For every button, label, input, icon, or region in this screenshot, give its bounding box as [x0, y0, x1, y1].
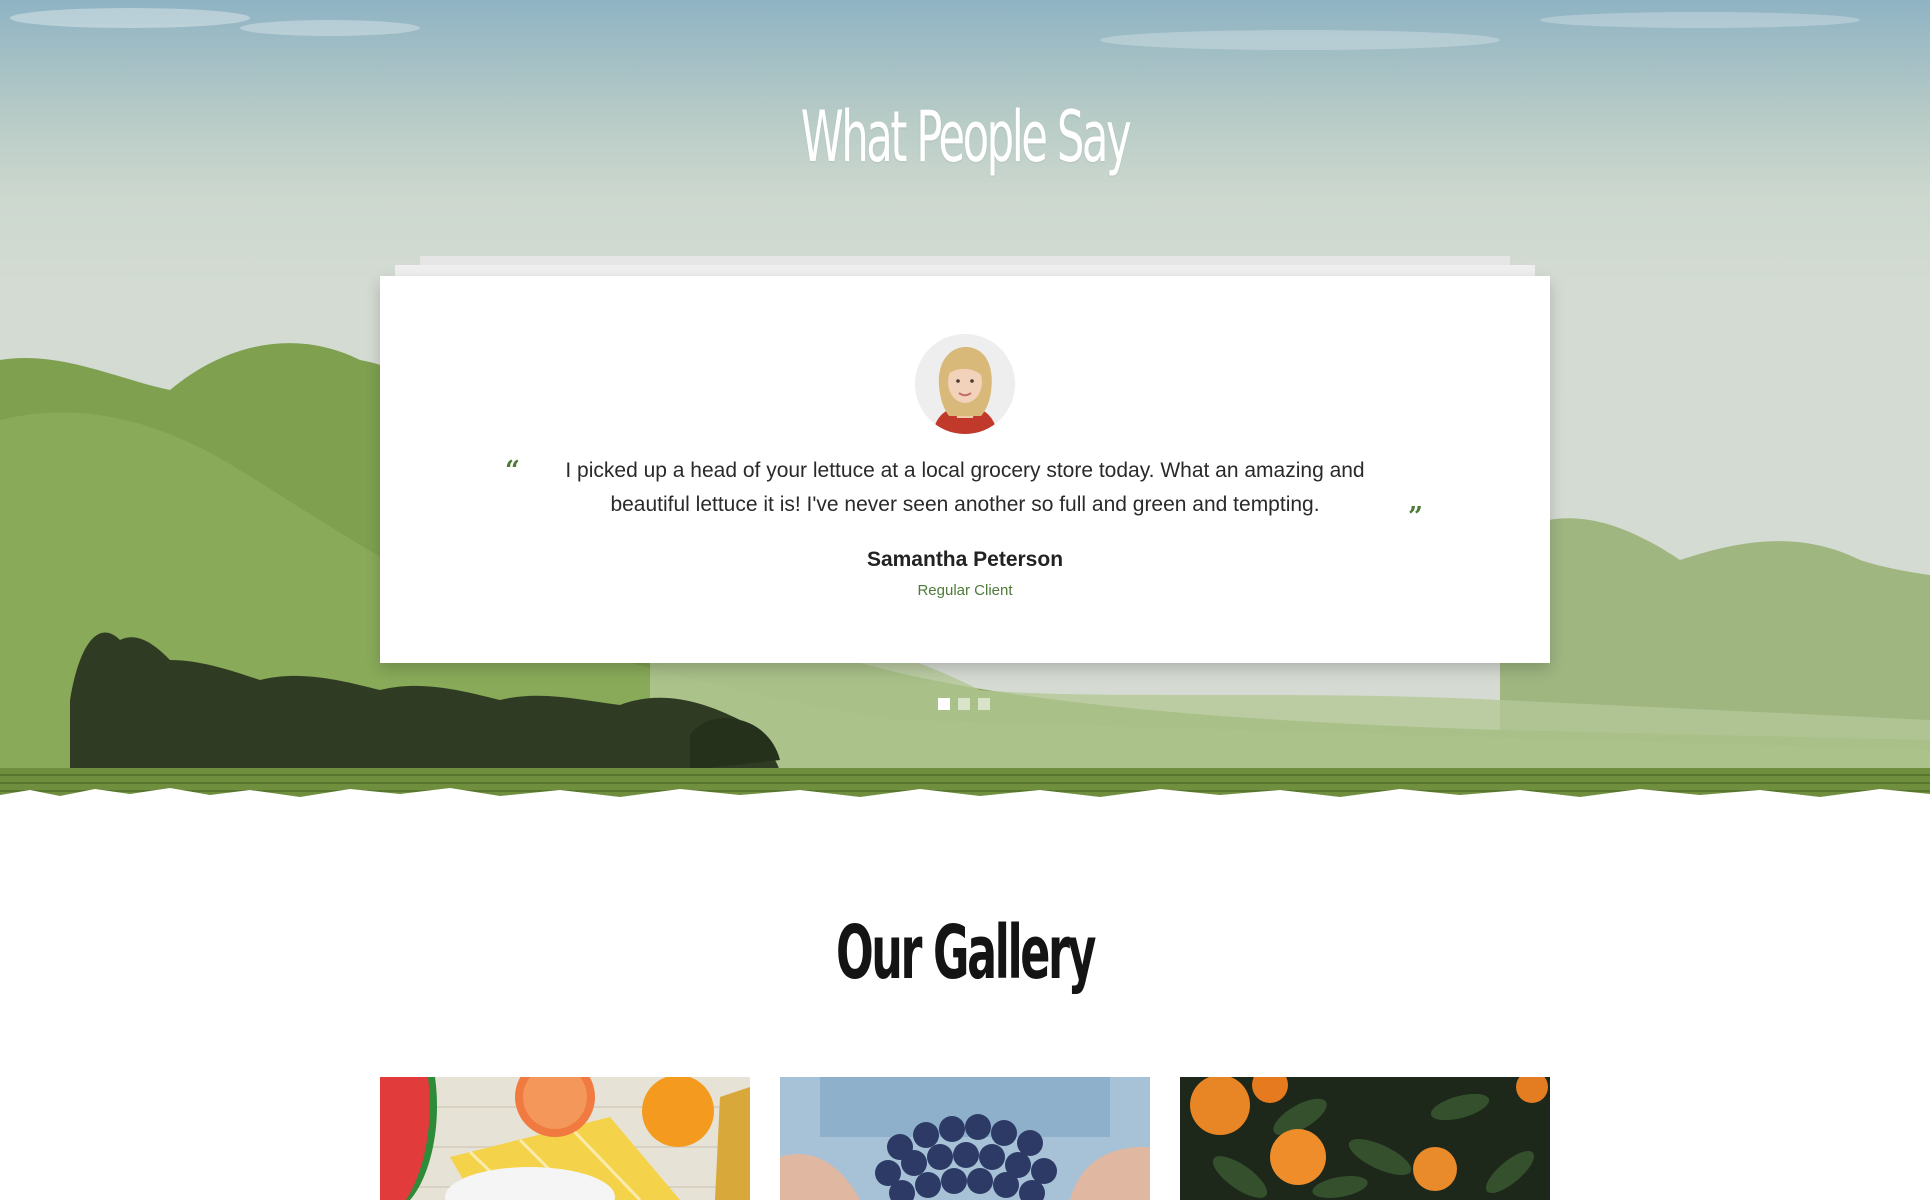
carousel-dot-1[interactable]: [938, 698, 950, 710]
gallery-item-fruit-picnic[interactable]: [380, 1077, 750, 1200]
blueberries-in-hands-image: [780, 1077, 1150, 1200]
fruit-picnic-image: [380, 1077, 750, 1200]
testimonial-card: “ I picked up a head of your lettuce at …: [380, 276, 1550, 663]
gallery-item-orange-tree[interactable]: [1180, 1077, 1550, 1200]
orange-tree-image: [1180, 1077, 1550, 1200]
section-title: What People Say: [800, 96, 1132, 178]
client-avatar-image: [915, 334, 1015, 434]
gallery-title: Our Gallery: [835, 910, 1097, 996]
gallery-item-blueberries[interactable]: [780, 1077, 1150, 1200]
quote-open-icon: “: [505, 456, 520, 486]
testimonials-section: What People Say “ I picked up a head of …: [0, 0, 1930, 830]
carousel-dot-3[interactable]: [978, 698, 990, 710]
client-role: Regular Client: [917, 582, 1013, 599]
client-avatar: [915, 334, 1015, 434]
client-name: Samantha Peterson: [866, 548, 1064, 571]
testimonial-quote: I picked up a head of your lettuce at a …: [565, 459, 1365, 516]
carousel-pagination: [938, 698, 990, 710]
quote-close-icon: ”: [1408, 502, 1423, 532]
carousel-dot-2[interactable]: [958, 698, 970, 710]
